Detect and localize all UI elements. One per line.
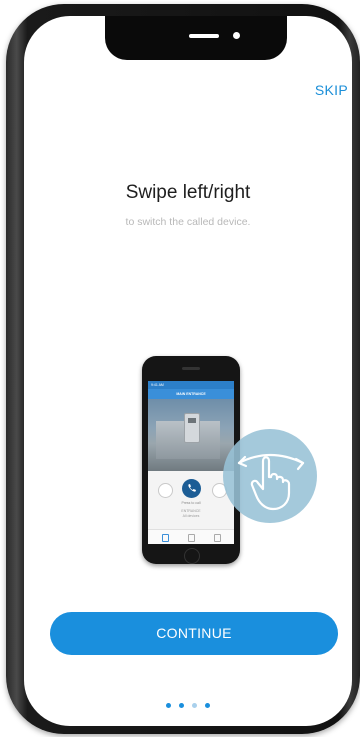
- skip-button[interactable]: SKIP: [315, 82, 348, 98]
- page-dot-4[interactable]: [205, 703, 210, 708]
- illustration-header: MAIN ENTRANCE: [148, 389, 234, 399]
- illustration-status-bar: 9:41 AM: [148, 381, 234, 389]
- illustration-home-button: [184, 548, 200, 564]
- illustration-info-line2: All devices: [182, 514, 200, 518]
- speaker-grille: [189, 34, 219, 38]
- phone-screen: SKIP Swipe left/right to switch the call…: [24, 16, 352, 726]
- illustration-controls: Press to call: [148, 477, 234, 505]
- settings-tab-icon: [214, 534, 221, 542]
- illustration-call-label: Press to call: [181, 501, 201, 505]
- illustration-screen: 9:41 AM MAIN ENTRANCE Press to call ENTR…: [148, 381, 234, 544]
- illustration-intercom-panel: [184, 413, 200, 443]
- device-tab-icon: [162, 534, 169, 542]
- page-subtitle: to switch the called device.: [125, 216, 251, 228]
- onboarding-stage: SKIP Swipe left/right to switch the call…: [0, 0, 360, 737]
- continue-button[interactable]: CONTINUE: [50, 612, 338, 655]
- swipe-hint-circle: [223, 429, 317, 523]
- front-camera-icon: [233, 32, 240, 39]
- page-dot-3[interactable]: [192, 703, 197, 708]
- hand-swipe-icon: [237, 453, 305, 511]
- call-log-tab-icon: [188, 534, 195, 542]
- illustration-info: ENTRANCE All devices: [148, 509, 234, 519]
- page-dot-1[interactable]: [166, 703, 171, 708]
- phone-frame: SKIP Swipe left/right to switch the call…: [6, 4, 360, 734]
- notch: [105, 16, 287, 60]
- illustration-tab-bar: [148, 529, 234, 544]
- phone-call-icon: [182, 479, 201, 498]
- page-dot-2[interactable]: [179, 703, 184, 708]
- page-indicator: [24, 703, 352, 708]
- illustration-camera-view: [148, 399, 234, 471]
- illustration-earpiece: [182, 367, 200, 370]
- page-title: Swipe left/right: [125, 182, 251, 203]
- lock-icon: [158, 483, 173, 498]
